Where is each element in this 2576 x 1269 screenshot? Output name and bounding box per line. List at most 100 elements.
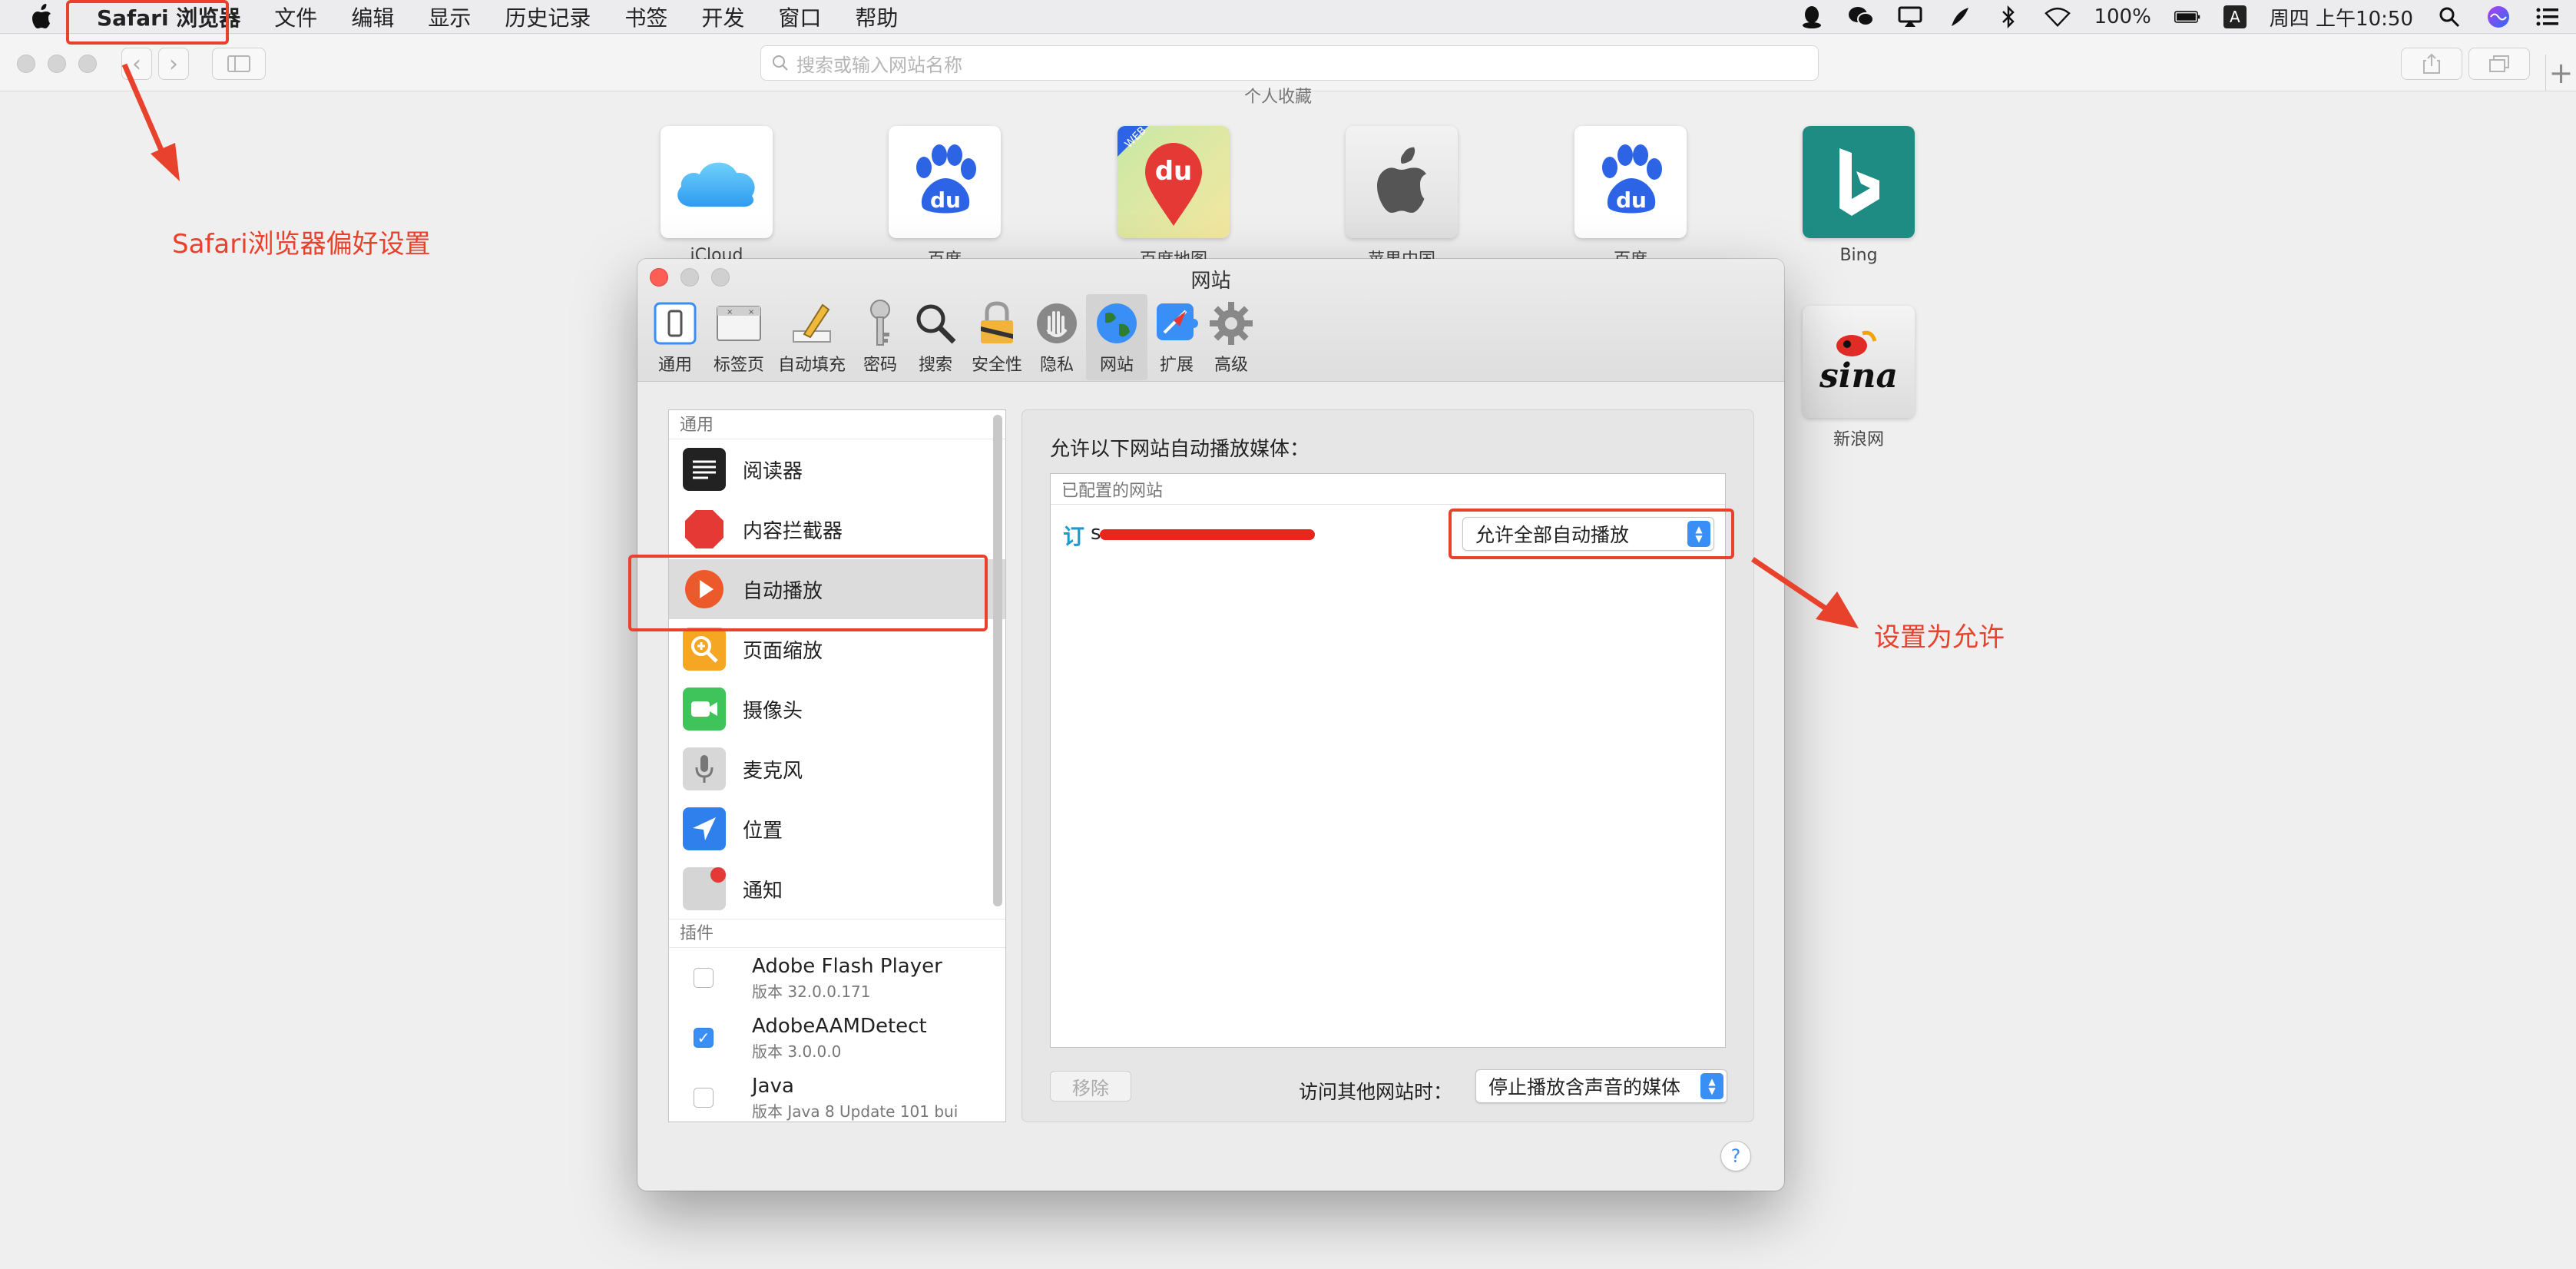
tab-search[interactable]: 搜索: [911, 294, 960, 380]
puzzle-compass-icon: [1152, 299, 1201, 348]
favorite-tile[interactable]: Bing: [1803, 126, 1915, 265]
sidebar-item-content-blockers[interactable]: 内容拦截器: [669, 499, 1005, 559]
plugin-row: ✓ AdobeAAMDetect 版本 3.0.0.0: [669, 1008, 1005, 1068]
sidebar-toggle-button[interactable]: [212, 48, 266, 80]
sina-icon: sina: [1819, 330, 1898, 396]
sidebar-item-location[interactable]: 位置: [669, 799, 1005, 859]
forward-button[interactable]: ›: [158, 48, 189, 80]
feather-icon[interactable]: [1946, 5, 1972, 28]
menu-view[interactable]: 显示: [411, 0, 488, 34]
baidu-icon: du: [916, 144, 976, 214]
location-arrow-icon: [683, 807, 726, 850]
back-button[interactable]: ‹: [121, 48, 152, 80]
reader-icon: [683, 448, 726, 491]
plugin-checkbox[interactable]: ✓: [694, 1028, 714, 1048]
tab-label: 自动填充: [777, 356, 846, 375]
gear-icon: [1207, 299, 1256, 348]
input-source-indicator[interactable]: A: [2223, 5, 2247, 28]
search-icon: [773, 55, 788, 71]
baidu-icon: du: [1602, 144, 1662, 214]
sidebar-item-label: 通知: [743, 879, 783, 903]
favorite-tile[interactable]: 苹果中国: [1346, 126, 1458, 270]
tab-extensions[interactable]: 扩展: [1152, 294, 1201, 380]
sidebar-item-camera[interactable]: 摄像头: [669, 679, 1005, 739]
menu-file[interactable]: 文件: [257, 0, 334, 34]
tab-label: 搜索: [918, 356, 952, 375]
spotlight-search-icon[interactable]: [2436, 5, 2462, 28]
menu-edit[interactable]: 编辑: [334, 0, 411, 34]
preferences-titlebar: 网站 通用 × × 标签页 自动填充 密码 搜索 安全性 隐私 网站 扩展 高级: [637, 259, 1784, 382]
plugin-version: 版本 32.0.0.171: [752, 982, 871, 1001]
plugin-checkbox[interactable]: [694, 1088, 714, 1108]
bluetooth-icon[interactable]: [1995, 5, 2021, 28]
tab-websites[interactable]: 网站: [1086, 294, 1147, 380]
tab-security[interactable]: 安全性: [966, 294, 1028, 380]
svg-text:×: ×: [727, 308, 733, 316]
zoom-icon: [683, 628, 726, 671]
plugin-checkbox[interactable]: [694, 968, 714, 988]
siri-icon[interactable]: [2485, 5, 2511, 28]
sidebar-item-label: 摄像头: [743, 699, 803, 723]
favorites-heading: 个人收藏: [1244, 88, 1313, 107]
favorite-tile[interactable]: iCloud: [661, 126, 773, 265]
tab-label: 扩展: [1159, 356, 1194, 375]
apple-menu-icon[interactable]: [26, 3, 57, 30]
airplay-icon[interactable]: [1897, 5, 1923, 28]
general-switch-icon: [651, 299, 700, 348]
tab-advanced[interactable]: 高级: [1204, 294, 1258, 380]
svg-text:du: du: [1155, 156, 1193, 187]
share-button[interactable]: [2401, 48, 2462, 80]
remove-button[interactable]: 移除: [1050, 1071, 1131, 1102]
tab-label: 标签页: [713, 356, 764, 375]
auto-play-description: 允许以下网站自动播放媒体：: [1050, 438, 1310, 461]
favorite-tile[interactable]: sina 新浪网: [1803, 306, 1915, 450]
tab-passwords[interactable]: 密码: [856, 294, 905, 380]
sidebar-icon: [227, 55, 250, 72]
tab-general[interactable]: 通用: [648, 294, 702, 380]
sidebar-item-label: 页面缩放: [743, 639, 823, 663]
wifi-icon[interactable]: [2045, 5, 2071, 28]
notification-center-icon[interactable]: [2535, 5, 2561, 28]
site-favicon-icon: 订: [1063, 524, 1085, 549]
sidebar-item-reader[interactable]: 阅读器: [669, 439, 1005, 499]
sidebar-item-microphone[interactable]: 麦克风: [669, 739, 1005, 799]
tab-tabs[interactable]: × × 标签页: [708, 294, 770, 380]
tab-overview-button[interactable]: [2468, 48, 2530, 80]
battery-percent: 100%: [2094, 5, 2151, 28]
sidebar-item-notifications[interactable]: 通知: [669, 859, 1005, 919]
favorite-tile[interactable]: du 百度: [1574, 126, 1687, 270]
magnifier-icon: [911, 299, 960, 348]
address-bar[interactable]: 搜索或输入网站名称: [760, 45, 1819, 81]
window-zoom-button[interactable]: [78, 55, 97, 73]
tab-autofill[interactable]: 自动填充: [774, 294, 849, 380]
website-settings-sidebar: 通用 阅读器 内容拦截器 自动播放 页面缩放 摄像头 麦克风 位置 通知 插件 …: [668, 409, 1006, 1122]
status-area: 100% A 周四 上午10:50: [1799, 0, 2561, 34]
other-websites-value: 停止播放含声音的媒体: [1488, 1076, 1681, 1098]
qq-icon[interactable]: [1799, 5, 1825, 28]
wechat-icon[interactable]: [1848, 5, 1875, 28]
preferences-title: 网站: [1190, 270, 1231, 293]
favorite-tile[interactable]: WEBdu 百度地图: [1117, 126, 1230, 270]
window-minimize-button[interactable]: [48, 55, 66, 73]
menu-window[interactable]: 窗口: [761, 0, 838, 34]
share-icon: [2423, 53, 2440, 74]
plugin-name: AdobeAAMDetect: [752, 1014, 927, 1038]
pencil-icon: [787, 299, 836, 348]
annotation-box-auto-play: [628, 555, 988, 631]
menu-history[interactable]: 历史记录: [488, 0, 608, 34]
sidebar-item-label: 位置: [743, 819, 783, 843]
other-websites-select[interactable]: 停止播放含声音的媒体 ▲ ▼: [1475, 1069, 1727, 1103]
window-close-button[interactable]: [17, 55, 35, 73]
key-icon: [856, 299, 905, 348]
menu-develop[interactable]: 开发: [684, 0, 761, 34]
tab-privacy[interactable]: 隐私: [1032, 294, 1081, 380]
new-tab-button[interactable]: +: [2545, 55, 2576, 91]
menubar-clock[interactable]: 周四 上午10:50: [2270, 3, 2413, 31]
menu-bookmarks[interactable]: 书签: [608, 0, 684, 34]
favorite-tile[interactable]: du 百度: [889, 126, 1001, 270]
battery-icon[interactable]: [2174, 5, 2200, 28]
help-button[interactable]: ?: [1720, 1141, 1751, 1171]
sidebar-scrollbar[interactable]: [993, 415, 1002, 906]
svg-text:sina: sina: [1819, 356, 1898, 396]
menu-help[interactable]: 帮助: [838, 0, 915, 34]
